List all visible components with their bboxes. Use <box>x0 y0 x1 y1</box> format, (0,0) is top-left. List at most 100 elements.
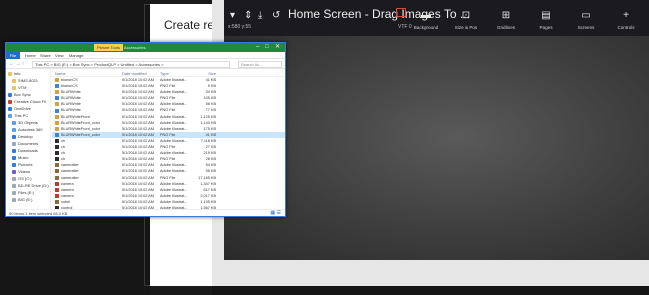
explorer-titlebar[interactable]: Picture Tools Accessories – □ ✕ <box>6 43 285 52</box>
nav-item[interactable]: BD-RE Drive (D:) <box>6 182 50 189</box>
tab-share[interactable]: Share <box>40 52 51 59</box>
file-icon <box>55 126 59 131</box>
tab-manage[interactable]: Manage <box>69 52 83 59</box>
ribbon: File Home Share View Manage <box>6 52 285 59</box>
maximize-icon[interactable]: □ <box>265 43 269 52</box>
file-icon <box>55 157 59 162</box>
tool-label: Background <box>413 25 439 30</box>
folder-icon <box>12 127 16 132</box>
file-explorer-window: Picture Tools Accessories – □ ✕ File Hom… <box>5 42 286 217</box>
column-type[interactable]: Type <box>160 70 196 76</box>
minimize-icon[interactable]: – <box>256 43 259 52</box>
nav-item-label: 3D Objects <box>18 120 38 125</box>
nav-item[interactable]: 3D Objects <box>6 119 50 126</box>
tool-controls[interactable]: + Controls <box>606 10 646 30</box>
nav-item[interactable]: Desktop <box>6 133 50 140</box>
navigation-pane: info SIMS-8021 VTM Box Sync Creative Cloud F… <box>6 70 51 209</box>
gridlines-icon: ⊞ <box>501 10 511 21</box>
file-icon <box>55 90 59 95</box>
column-size[interactable]: Size <box>196 70 216 76</box>
tab-view[interactable]: View <box>55 52 64 59</box>
tool-gridlines[interactable]: ⊞ Gridlines <box>486 10 526 30</box>
column-date[interactable]: Date modified <box>122 70 160 76</box>
file-icon <box>55 84 59 89</box>
nav-item[interactable]: Files (E:) <box>6 189 50 196</box>
nav-item-label: Box Sync <box>14 92 31 97</box>
nav-item[interactable]: BIG (E:) <box>6 196 50 203</box>
pages-icon: ▤ <box>541 10 551 21</box>
screens-icon: ▭ <box>581 10 591 21</box>
nav-item-label: SIMS-8021 <box>18 78 39 83</box>
tool-background[interactable]: ▬ Background <box>406 10 446 30</box>
nav-item[interactable]: VTM <box>6 84 50 91</box>
file-tab[interactable]: File <box>6 52 20 59</box>
tool-pages[interactable]: ▤ Pages <box>526 10 566 30</box>
nav-item[interactable]: Videos <box>6 168 50 175</box>
app-toolbar: ▾ ⇕ ⤓ ↺ Home Screen - Drag Images To ...… <box>224 0 649 36</box>
folder-icon <box>12 78 16 83</box>
nav-item-label: Pictures <box>18 162 33 167</box>
tool-size-pos[interactable]: ⊡ Size & Pos <box>446 10 486 30</box>
folder-icon <box>8 71 12 76</box>
folder-icon <box>12 141 16 146</box>
tab-home[interactable]: Home <box>25 52 36 59</box>
tool-label: Screens <box>577 25 595 30</box>
file-icon <box>55 78 59 83</box>
nav-item-label: BIG (E:) <box>18 197 33 202</box>
nav-item-label: Documents <box>18 141 39 146</box>
nav-item-label: Desktop <box>18 134 33 139</box>
pointer-icon[interactable]: ▾ <box>230 10 235 21</box>
file-icon <box>55 108 59 113</box>
column-name[interactable]: Name <box>52 70 122 76</box>
picture-tools-tab[interactable]: Picture Tools <box>94 44 123 51</box>
nav-item[interactable]: SIMS-8021 <box>6 77 50 84</box>
view-toggle-icon[interactable]: ▦ ☰ <box>270 210 281 217</box>
nav-item[interactable]: Documents <box>6 140 50 147</box>
column-headers: Name Date modified Type Size <box>52 70 285 77</box>
status-bar: 50 items 1 item selected 66.0 KB ▦ ☰ <box>6 209 285 216</box>
folder-icon <box>12 162 16 167</box>
download-icon[interactable]: ⤓ <box>258 10 262 21</box>
tool-label: Pages <box>539 25 553 30</box>
nav-item[interactable]: Creative Cloud Fil <box>6 98 50 105</box>
close-icon[interactable]: ✕ <box>275 43 280 52</box>
nav-item[interactable]: Downloads <box>6 147 50 154</box>
nav-item-label: Videos <box>18 169 31 174</box>
size-pos-icon: ⊡ <box>461 10 471 21</box>
move-icon[interactable]: ⇕ <box>244 10 252 21</box>
nav-item[interactable]: Pictures <box>6 161 50 168</box>
folder-icon <box>8 113 12 118</box>
folder-icon <box>12 169 16 174</box>
file-icon <box>55 187 59 192</box>
file-list: Name Date modified Type Size blueonCS 5/1… <box>52 70 285 209</box>
nav-item-label: OneDrive <box>14 106 31 111</box>
nav-item-label: Downloads <box>18 148 38 153</box>
nav-item[interactable]: OS (C:) <box>6 175 50 182</box>
doc-title: Create refe <box>164 18 218 32</box>
aspect-ratio-icon[interactable] <box>396 8 406 17</box>
tool-label: Size & Pos <box>454 25 478 30</box>
folder-icon <box>12 120 16 125</box>
nav-item[interactable]: Autodesk 360 <box>6 126 50 133</box>
design-canvas[interactable] <box>224 36 649 260</box>
controls-icon: + <box>623 10 629 21</box>
address-bar[interactable]: This PC > BIG (E:) > Box Sync > ProductQ… <box>32 61 230 68</box>
search-input[interactable]: Search Ac... <box>238 61 282 68</box>
file-icon <box>55 175 59 180</box>
tool-screens[interactable]: ▭ Screens <box>566 10 606 30</box>
nav-item[interactable]: This PC <box>6 112 50 119</box>
nav-item[interactable]: OneDrive <box>6 105 50 112</box>
folder-icon <box>12 190 16 195</box>
nav-item-label: This PC <box>14 113 29 118</box>
nav-item[interactable]: info <box>6 70 50 77</box>
nav-item[interactable]: Box Sync <box>6 91 50 98</box>
file-icon <box>55 114 59 119</box>
bottom-strip <box>212 286 649 295</box>
undo-icon[interactable]: ↺ <box>272 10 280 21</box>
file-rows: blueonCS 5/1/2018 10:02 AM Adobe Illustrat… <box>52 77 285 209</box>
nav-item-label: Files (E:) <box>18 190 34 195</box>
nav-item[interactable]: Music <box>6 154 50 161</box>
nav-item-label: BD-RE Drive (D:) <box>18 183 49 188</box>
nav-arrows-icon[interactable]: ← → ↑ <box>9 61 24 68</box>
file-icon <box>55 102 59 107</box>
